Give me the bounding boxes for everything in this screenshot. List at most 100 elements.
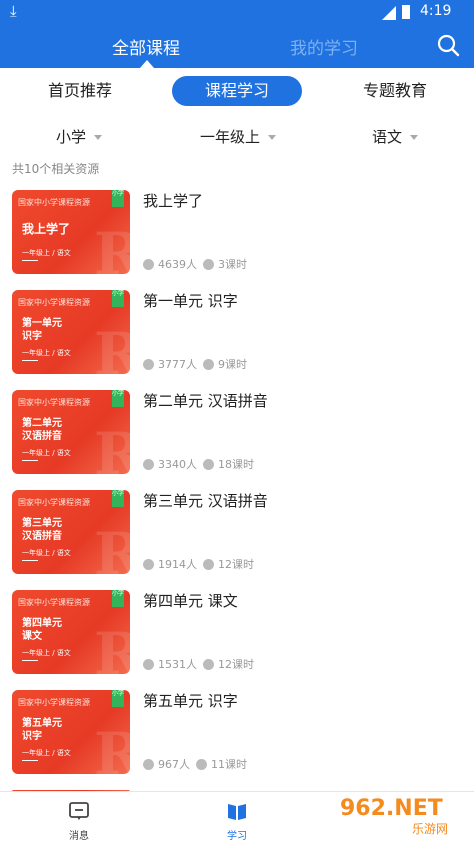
course-lessons: 12课时 — [218, 558, 254, 571]
clock-icon — [203, 258, 214, 270]
thumb-grade: 一年级上 / 语文 — [22, 349, 71, 357]
course-item[interactable]: 国家中小学课程资源 小学 R 第二单元 汉语拼音 一年级上 / 语文 第二单元 … — [0, 388, 474, 488]
course-item[interactable]: 国家中小学课程资源 小学 R 第三单元 汉语拼音 一年级上 / 语文 第三单元 … — [0, 488, 474, 588]
filter-subject[interactable]: 语文 — [372, 126, 419, 147]
course-lessons: 3课时 — [218, 258, 247, 271]
result-count: 共10个相关资源 — [12, 162, 100, 176]
watermark-sub: 乐游网 — [412, 822, 449, 836]
course-item[interactable]: 国家中小学课程资源 小学 R 第一单元 识字 一年级上 / 语文 第一单元 识字… — [0, 288, 474, 388]
thumb-brand: 国家中小学课程资源 — [18, 698, 90, 707]
user-icon — [143, 758, 154, 770]
thumb-tag: 小学 — [112, 690, 124, 707]
course-meta: 1914人 12课时 — [143, 556, 254, 572]
thumb-tag: 小学 — [112, 390, 124, 407]
status-time: 4:19 — [420, 3, 452, 19]
thumb-tag: 小学 — [112, 490, 124, 507]
status-bar: ⤓ 4:19 — [0, 0, 474, 24]
top-header: 全部课程 我的学习 — [0, 24, 474, 68]
course-title: 第二单元 汉语拼音 — [143, 392, 268, 410]
thumb-title: 第四单元 课文 — [22, 618, 62, 642]
thumb-grade: 一年级上 / 语文 — [22, 249, 71, 257]
course-thumbnail: 国家中小学课程资源 小学 R 我上学了 一年级上 / 语文 — [12, 190, 130, 274]
thumb-title: 第五单元 识字 — [22, 718, 62, 742]
book-icon — [228, 804, 246, 820]
course-users: 967人 — [158, 758, 190, 771]
tab-my-learning[interactable]: 我的学习 — [290, 34, 358, 59]
download-icon: ⤓ — [10, 2, 17, 20]
thumb-title: 第三单元 汉语拼音 — [22, 518, 62, 542]
course-meta: 967人 11课时 — [143, 756, 247, 772]
battery-icon — [402, 5, 410, 19]
course-lessons: 11课时 — [211, 758, 247, 771]
clock-icon — [203, 558, 214, 570]
thumb-underline — [22, 260, 38, 261]
clock-icon — [203, 358, 214, 370]
filter-grade[interactable]: 一年级上 — [200, 126, 277, 147]
user-icon — [143, 258, 154, 270]
clock-icon — [203, 658, 214, 670]
search-icon[interactable] — [436, 33, 460, 57]
course-title: 第五单元 识字 — [143, 692, 238, 710]
thumb-title: 第二单元 汉语拼音 — [22, 418, 62, 442]
nav-learning[interactable]: 学习 — [197, 792, 277, 843]
caret-down-icon — [94, 135, 103, 140]
course-thumbnail: 国家中小学课程资源 小学 R 第二单元 汉语拼音 一年级上 / 语文 — [12, 390, 130, 474]
thumb-underline — [22, 360, 38, 361]
thumb-underline — [22, 760, 38, 761]
clock-icon — [196, 758, 207, 770]
course-title: 我上学了 — [143, 192, 204, 210]
course-thumbnail: 国家中小学课程资源 小学 R 第三单元 汉语拼音 一年级上 / 语文 — [12, 490, 130, 574]
thumb-title: 我上学了 — [22, 222, 71, 236]
thumb-brand: 国家中小学课程资源 — [18, 498, 90, 507]
course-title: 第三单元 汉语拼音 — [143, 492, 268, 510]
tab-home-recommend[interactable]: 首页推荐 — [30, 76, 130, 106]
thumb-brand: 国家中小学课程资源 — [18, 198, 90, 207]
course-item[interactable]: 国家中小学课程资源 小学 R 我上学了 一年级上 / 语文 我上学了 4639人… — [0, 188, 474, 288]
thumb-tag: 小学 — [112, 290, 124, 307]
thumb-tag: 小学 — [112, 190, 124, 207]
course-lessons: 18课时 — [218, 458, 254, 471]
category-tabs: 首页推荐 课程学习 专题教育 — [0, 68, 474, 116]
thumb-tag: 小学 — [112, 590, 124, 607]
course-users: 4639人 — [158, 258, 197, 271]
thumb-title: 第一单元 识字 — [22, 318, 62, 342]
user-icon — [143, 558, 154, 570]
tab-all-courses[interactable]: 全部课程 — [112, 34, 180, 59]
thumb-grade: 一年级上 / 语文 — [22, 549, 71, 557]
tab-course-study[interactable]: 课程学习 — [172, 76, 302, 106]
thumb-underline — [22, 560, 38, 561]
course-title: 第四单元 课文 — [143, 592, 238, 610]
course-users: 1531人 — [158, 658, 197, 671]
nav-learning-label: 学习 — [227, 831, 247, 842]
signal-icon — [382, 6, 396, 20]
thumb-underline — [22, 660, 38, 661]
thumb-brand: 国家中小学课程资源 — [18, 298, 90, 307]
course-meta: 4639人 3课时 — [143, 256, 247, 272]
clock-icon — [203, 458, 214, 470]
user-icon — [143, 358, 154, 370]
thumb-brand: 国家中小学课程资源 — [18, 598, 90, 607]
thumb-brand: 国家中小学课程资源 — [18, 398, 90, 407]
course-lessons: 12课时 — [218, 658, 254, 671]
caret-down-icon — [268, 135, 277, 140]
filter-subject-value: 语文 — [372, 128, 403, 146]
course-item[interactable]: 国家中小学课程资源 小学 R 第五单元 识字 一年级上 / 语文 第五单元 识字… — [0, 688, 474, 788]
nav-messages-label: 消息 — [69, 831, 89, 842]
course-thumbnail: 国家中小学课程资源 小学 R 第五单元 识字 一年级上 / 语文 — [12, 690, 130, 774]
course-thumbnail: 国家中小学课程资源 小学 R 第一单元 识字 一年级上 / 语文 — [12, 290, 130, 374]
course-lessons: 9课时 — [218, 358, 247, 371]
course-users: 1914人 — [158, 558, 197, 571]
filter-school-level[interactable]: 小学 — [56, 126, 103, 147]
thumb-grade: 一年级上 / 语文 — [22, 649, 71, 657]
user-icon — [143, 458, 154, 470]
watermark-text: 962.NET — [340, 796, 443, 821]
course-meta: 1531人 12课时 — [143, 656, 254, 672]
site-watermark: 962.NET 乐游网 — [330, 796, 470, 840]
course-item[interactable]: 国家中小学课程资源 小学 R 第四单元 课文 一年级上 / 语文 第四单元 课文… — [0, 588, 474, 688]
tab-topic-education[interactable]: 专题教育 — [345, 76, 445, 106]
filter-bar: 小学 一年级上 语文 — [0, 116, 474, 154]
course-thumbnail: 国家中小学课程资源 小学 R 第四单元 课文 一年级上 / 语文 — [12, 590, 130, 674]
course-title: 第一单元 识字 — [143, 292, 238, 310]
nav-messages[interactable]: 消息 — [39, 792, 119, 843]
course-meta: 3777人 9课时 — [143, 356, 247, 372]
